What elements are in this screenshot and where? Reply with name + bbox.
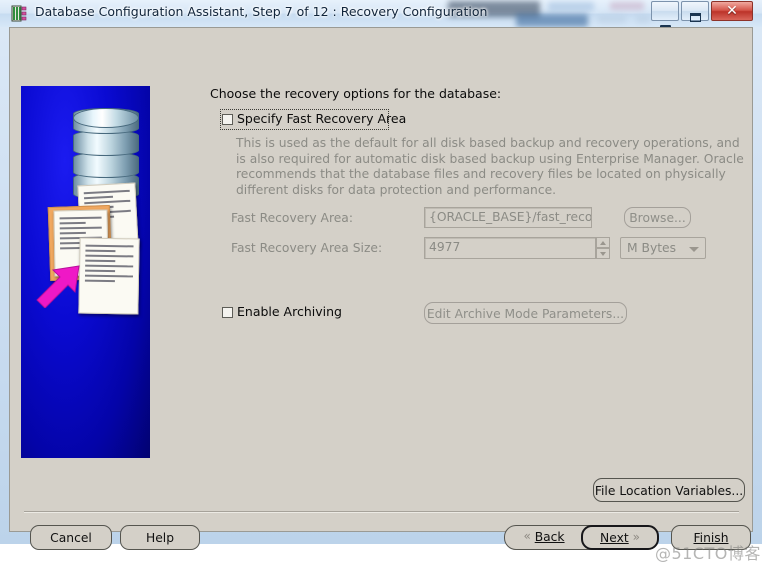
file-location-variables-button[interactable]: File Location Variables...: [593, 478, 745, 502]
description-text: This is used as the default for all disk…: [236, 136, 744, 197]
title-bar[interactable]: Database Configuration Assistant, Step 7…: [0, 0, 762, 27]
back-button[interactable]: « Back: [505, 526, 583, 549]
database-recovery-illustration: [21, 86, 150, 458]
database-icon[interactable]: [11, 5, 28, 22]
chevron-right-icon: »: [632, 530, 640, 544]
desktop-blur-artifact: [516, 14, 588, 27]
enable-archiving-checkbox[interactable]: Enable Archiving: [222, 304, 362, 322]
dialog-client-area: Choose the recovery options for the data…: [9, 27, 760, 563]
fast-recovery-area-size-label: Fast Recovery Area Size:: [231, 241, 383, 255]
edit-archive-mode-parameters-label: Edit Archive Mode Parameters...: [426, 307, 625, 321]
chevron-down-icon: [689, 247, 699, 252]
specify-fast-recovery-area-checkbox[interactable]: Specify Fast Recovery Area: [222, 111, 406, 129]
minimize-button[interactable]: [651, 1, 679, 27]
back-button-label: Back: [534, 530, 565, 544]
size-unit-dropdown[interactable]: M Bytes: [620, 237, 706, 259]
help-button-label: Help: [145, 531, 175, 545]
file-location-variables-label: File Location Variables...: [594, 484, 744, 498]
cancel-button-label: Cancel: [50, 531, 92, 545]
checkbox-box[interactable]: [222, 114, 233, 125]
size-stepper[interactable]: [596, 237, 610, 259]
next-button[interactable]: Next »: [581, 525, 659, 550]
close-button[interactable]: ✕: [711, 1, 753, 21]
application-window: Database Configuration Assistant, Step 7…: [0, 0, 762, 563]
navigation-button-group: « Back Next »: [504, 525, 659, 550]
help-button[interactable]: Help: [120, 525, 200, 550]
checkbox-label: Enable Archiving: [237, 304, 342, 319]
desktop-blur-artifact: [598, 15, 626, 23]
browse-button[interactable]: Browse...: [624, 207, 691, 228]
window-title: Database Configuration Assistant, Step 7…: [35, 4, 488, 19]
stepper-up-icon[interactable]: [596, 237, 610, 248]
arrow-icon: [35, 264, 81, 308]
browse-button-label: Browse...: [629, 211, 686, 225]
chevron-left-icon: «: [523, 529, 531, 543]
fast-recovery-area-label: Fast Recovery Area:: [231, 211, 353, 225]
fast-recovery-area-size-input[interactable]: 4977: [424, 237, 596, 259]
desktop-blur-artifact: [636, 15, 650, 23]
cancel-button[interactable]: Cancel: [30, 525, 112, 550]
checkbox-box[interactable]: [222, 307, 233, 318]
edit-archive-mode-parameters-button[interactable]: Edit Archive Mode Parameters...: [424, 302, 627, 324]
maximize-button[interactable]: [681, 1, 709, 22]
document-sheet: [78, 237, 140, 315]
desktop-blur-artifact: [548, 2, 594, 11]
footer-divider: [24, 511, 739, 513]
stepper-down-icon[interactable]: [596, 248, 610, 259]
close-icon: ✕: [726, 3, 738, 19]
fast-recovery-area-input[interactable]: {ORACLE_BASE}/fast_recovery_a: [424, 207, 592, 228]
checkbox-label: Specify Fast Recovery Area: [237, 111, 407, 126]
next-button-label: Next: [600, 531, 629, 545]
page-title: Choose the recovery options for the data…: [210, 86, 502, 101]
size-unit-value: M Bytes: [627, 241, 677, 255]
desktop-blur-artifact: [610, 2, 644, 10]
